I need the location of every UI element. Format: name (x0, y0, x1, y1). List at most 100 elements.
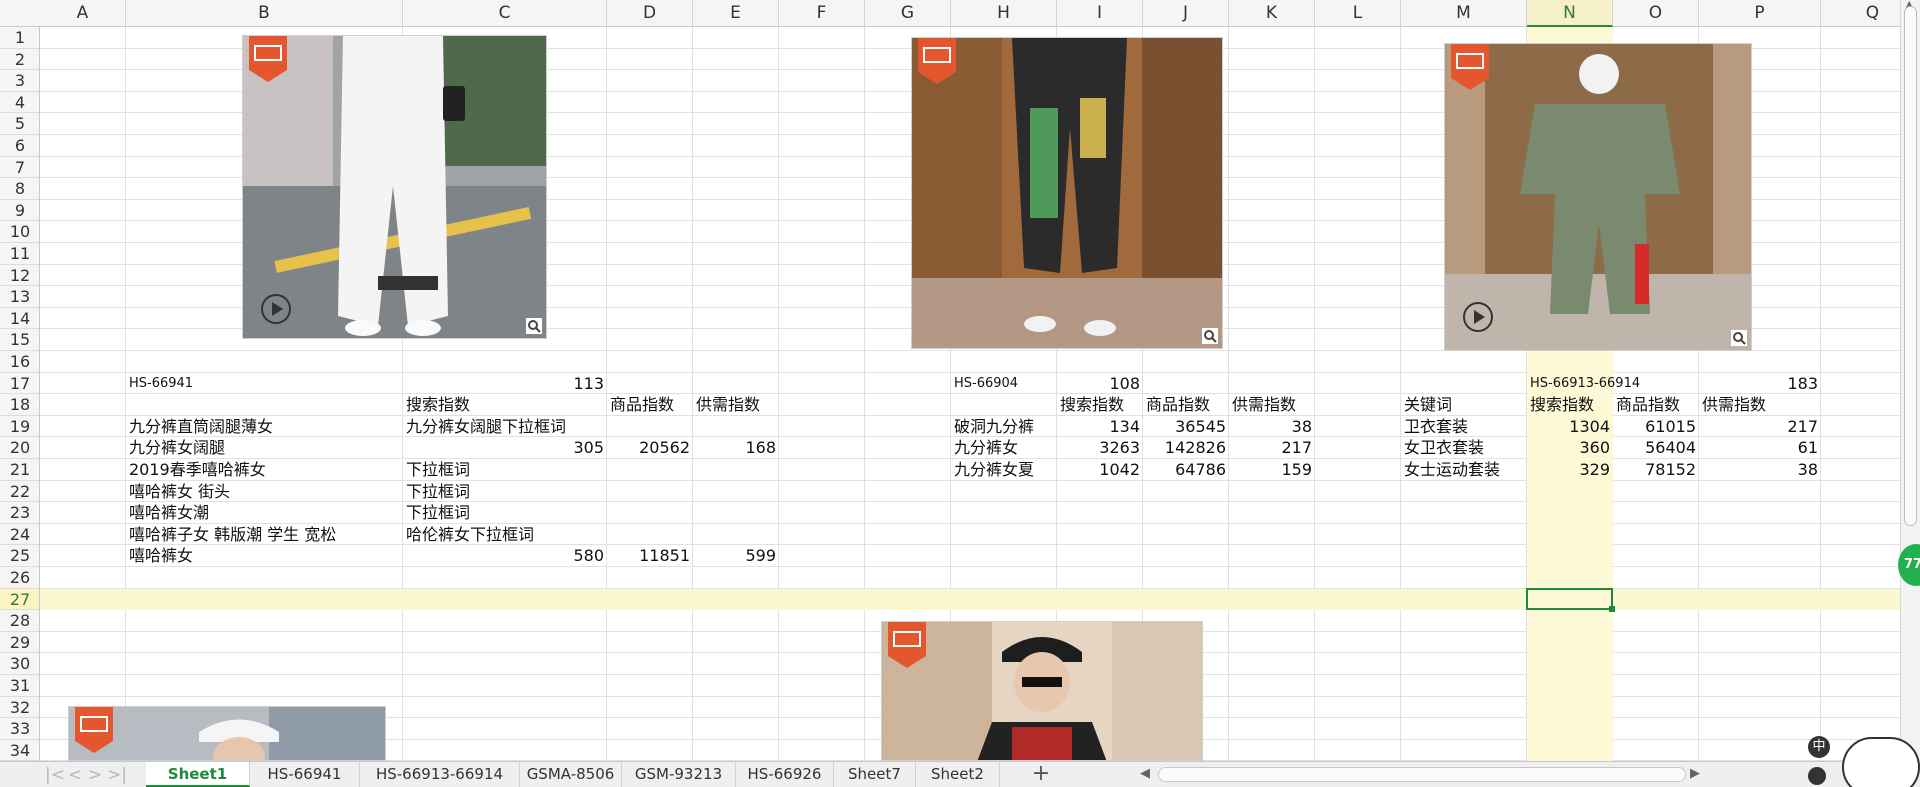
block3-value[interactable]: 1304 (1527, 416, 1613, 438)
block2-header-0[interactable]: 搜索指数 (1057, 394, 1127, 416)
block3-value[interactable]: 217 (1699, 416, 1821, 438)
column-header-n[interactable]: N (1527, 0, 1613, 27)
row-header-29[interactable]: 29 (0, 632, 39, 654)
block2-value[interactable]: 217 (1229, 437, 1315, 459)
block2-value[interactable]: 3263 (1057, 437, 1143, 459)
block3-value[interactable]: 61015 (1613, 416, 1699, 438)
row-header-2[interactable]: 2 (0, 49, 39, 71)
row-header-12[interactable]: 12 (0, 265, 39, 287)
sheet-tab[interactable]: GSMA-8506 (520, 762, 622, 787)
row-header-13[interactable]: 13 (0, 286, 39, 308)
block1-keyword[interactable]: 2019春季嘻哈裤女 (126, 459, 269, 481)
fill-handle[interactable] (1609, 606, 1615, 613)
block3-value[interactable]: 360 (1527, 437, 1613, 459)
block1-value[interactable]: 168 (693, 437, 779, 459)
sheet-tab[interactable]: GSM-93213 (622, 762, 736, 787)
column-header-l[interactable]: L (1315, 0, 1401, 27)
row-header-18[interactable]: 18 (0, 394, 39, 416)
block1-value[interactable]: 599 (693, 545, 779, 567)
play-video-icon[interactable] (1461, 300, 1495, 334)
block2-value[interactable]: 1042 (1057, 459, 1143, 481)
row-header-3[interactable]: 3 (0, 70, 39, 92)
block3-keyword[interactable]: 卫衣套装 (1401, 416, 1471, 438)
zoom-icon[interactable] (526, 318, 542, 334)
cell-grid[interactable]: HS-66941 113 搜索指数 商品指数 供需指数 九分裤直筒阔腿薄女 九分裤女阔腿 20… (40, 27, 1900, 761)
product-photo-cap-model[interactable] (881, 621, 1203, 761)
row-header-11[interactable]: 11 (0, 243, 39, 265)
row-header-32[interactable]: 32 (0, 697, 39, 719)
column-header-g[interactable]: G (865, 0, 951, 27)
column-header-c[interactable]: C (403, 0, 607, 27)
scroll-left-icon[interactable]: ◀ (1140, 766, 1150, 781)
vertical-scrollbar[interactable]: ▲ (1900, 0, 1920, 761)
add-sheet-button[interactable]: + (1028, 762, 1054, 787)
block1-value[interactable]: 11851 (607, 545, 693, 567)
row-header-8[interactable]: 8 (0, 178, 39, 200)
row-header-10[interactable]: 10 (0, 221, 39, 243)
block1-code[interactable]: HS-66941 (126, 373, 196, 395)
last-sheet-icon[interactable]: >| (106, 765, 128, 785)
block1-note[interactable]: 下拉框词 (403, 459, 473, 481)
block3-header-2[interactable]: 商品指数 (1613, 394, 1683, 416)
sheet-tab[interactable]: HS-66926 (736, 762, 834, 787)
row-header-25[interactable]: 25 (0, 545, 39, 567)
zoom-icon[interactable] (1202, 328, 1218, 344)
block1-keyword[interactable]: 嘻哈裤女潮 (126, 502, 212, 524)
column-header-a[interactable]: A (40, 0, 126, 27)
block3-value[interactable]: 38 (1699, 459, 1821, 481)
block1-keyword[interactable]: 嘻哈裤女 街头 (126, 481, 233, 503)
column-header-e[interactable]: E (693, 0, 779, 27)
block2-value[interactable]: 142826 (1143, 437, 1229, 459)
block3-value[interactable]: 78152 (1613, 459, 1699, 481)
column-header-f[interactable]: F (779, 0, 865, 27)
block3-header-3[interactable]: 供需指数 (1699, 394, 1769, 416)
active-cell-selection[interactable] (1526, 587, 1613, 611)
column-header-b[interactable]: B (126, 0, 403, 27)
block2-header-2[interactable]: 供需指数 (1229, 394, 1299, 416)
block3-keyword[interactable]: 女卫衣套装 (1401, 437, 1487, 459)
block2-code[interactable]: HS-66904 (951, 373, 1021, 395)
sheet-tab[interactable]: Sheet1 (146, 762, 250, 787)
block3-total[interactable]: 183 (1699, 373, 1821, 395)
row-header-23[interactable]: 23 (0, 502, 39, 524)
block1-keyword[interactable]: 嘻哈裤女 (126, 545, 196, 567)
prev-sheet-icon[interactable]: < (64, 765, 86, 785)
block3-code[interactable]: HS-66913-66914 (1527, 373, 1643, 395)
row-header-9[interactable]: 9 (0, 200, 39, 222)
next-sheet-icon[interactable]: > (84, 765, 106, 785)
row-header-27[interactable]: 27 (0, 588, 39, 611)
block2-value[interactable]: 134 (1057, 416, 1143, 438)
block2-keyword[interactable]: 九分裤女 (951, 437, 1021, 459)
row-header-16[interactable]: 16 (0, 351, 39, 373)
row-header-6[interactable]: 6 (0, 135, 39, 157)
row-header-4[interactable]: 4 (0, 92, 39, 114)
ime-indicator[interactable]: 中 (1808, 736, 1830, 758)
column-header-j[interactable]: J (1143, 0, 1229, 27)
row-header-21[interactable]: 21 (0, 459, 39, 481)
block1-note[interactable]: 下拉框词 (403, 481, 473, 503)
sheet-tab[interactable]: Sheet2 (916, 762, 1000, 787)
vertical-scroll-thumb[interactable] (1904, 6, 1917, 526)
block2-total[interactable]: 108 (1057, 373, 1143, 395)
column-header-i[interactable]: I (1057, 0, 1143, 27)
block1-keyword[interactable]: 嘻哈裤子女 韩版潮 学生 宽松 (126, 524, 339, 546)
row-header-19[interactable]: 19 (0, 416, 39, 438)
block2-header-1[interactable]: 商品指数 (1143, 394, 1213, 416)
block2-value[interactable]: 159 (1229, 459, 1315, 481)
block3-header-1[interactable]: 搜索指数 (1527, 394, 1597, 416)
sheet-tab[interactable]: HS-66913-66914 (360, 762, 520, 787)
block3-value[interactable]: 56404 (1613, 437, 1699, 459)
block1-value[interactable]: 305 (403, 437, 607, 459)
block3-value[interactable]: 329 (1527, 459, 1613, 481)
product-photo-striped-pants[interactable] (911, 37, 1223, 349)
block3-keyword[interactable]: 女士运动套装 (1401, 459, 1503, 481)
block2-value[interactable]: 36545 (1143, 416, 1229, 438)
block1-note[interactable]: 九分裤女阔腿下拉框词 (403, 416, 569, 438)
row-header-14[interactable]: 14 (0, 308, 39, 330)
horizontal-scroll-thumb[interactable] (1158, 767, 1686, 782)
block1-header-0[interactable]: 搜索指数 (403, 394, 473, 416)
sheet-tab[interactable]: HS-66941 (250, 762, 360, 787)
row-header-28[interactable]: 28 (0, 610, 39, 632)
zoom-icon[interactable] (1731, 330, 1747, 346)
column-header-p[interactable]: P (1699, 0, 1821, 27)
